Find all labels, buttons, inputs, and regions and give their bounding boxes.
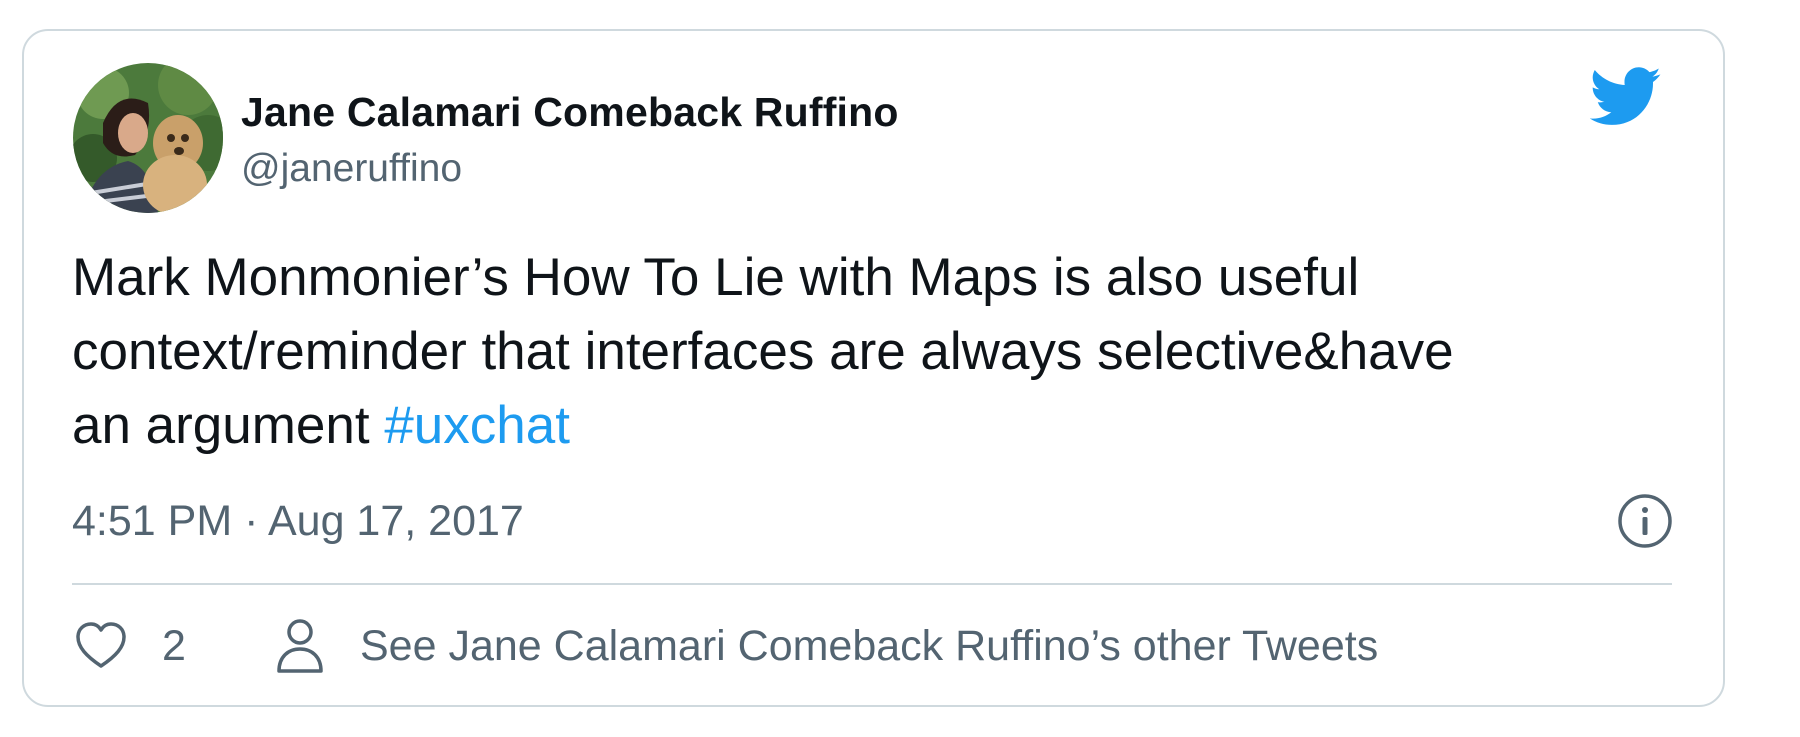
like-count: 2 [162,622,186,670]
tweet-timestamp[interactable]: 4:51 PM · Aug 17, 2017 [72,497,524,546]
avatar-image [73,63,223,213]
twitter-bird-icon[interactable] [1590,67,1662,127]
info-icon[interactable] [1617,493,1673,549]
author-name[interactable]: Jane Calamari Comeback Ruffino [241,89,899,136]
divider [72,583,1672,585]
avatar[interactable] [73,63,223,213]
tweet-text-line-3: an argument #uxchat [72,389,1692,463]
heart-icon[interactable] [74,619,128,673]
tweet-text: Mark Monmonier’s How To Lie with Maps is… [72,241,1692,463]
tweet-text-line-1: Mark Monmonier’s How To Lie with Maps is… [72,248,1360,307]
tweet-text-line-2: context/reminder that interfaces are alw… [72,322,1454,381]
author-handle[interactable]: @janeruffino [241,147,462,191]
hashtag-link[interactable]: #uxchat [384,396,570,455]
tweet-text-line-3-prefix: an argument [72,396,385,455]
tweet-card: Jane Calamari Comeback Ruffino @janeruff… [22,29,1725,707]
see-other-tweets-link[interactable]: See Jane Calamari Comeback Ruffino’s oth… [360,622,1378,671]
person-icon[interactable] [274,617,326,675]
